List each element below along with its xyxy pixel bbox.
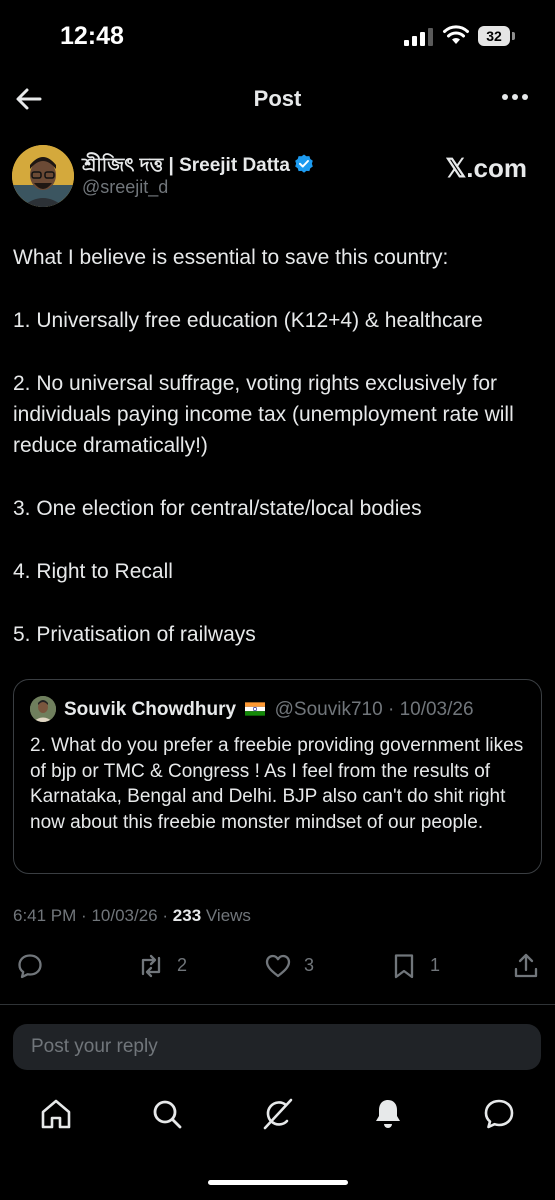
quote-date: 10/03/26 [399,699,474,720]
post-time: 6:41 PM [13,906,77,925]
top-nav: Post [0,70,555,128]
post-text: What I believe is essential to save this… [13,242,545,682]
share-button[interactable] [512,950,542,982]
post-actions: 2 3 1 [0,950,555,982]
views-label: Views [205,906,251,925]
bookmark-button[interactable]: 1 [390,950,450,982]
like-count: 3 [304,955,315,975]
tab-notifications[interactable] [370,1096,406,1132]
reply-placeholder: Post your reply [31,1036,158,1057]
tab-search[interactable] [149,1096,185,1132]
divider [0,1004,555,1005]
notifications-icon [376,1100,400,1128]
avatar[interactable] [12,145,74,207]
post-paragraph: 5. Privatisation of railways [13,623,256,646]
reply-button[interactable] [16,950,46,982]
meta-separator: · [81,906,87,925]
quote-header: Souvik Chowdhury @Souvik710 · 10/03/26 [64,699,474,721]
post-meta: 6:41 PM · 10/03/26 · 233 Views [13,906,251,926]
tab-home[interactable] [38,1096,74,1132]
site-watermark: 𝕏.com [445,153,527,183]
bookmark-icon [394,954,414,979]
post-date: 10/03/26 [91,906,158,925]
search-icon [153,1100,182,1129]
bottom-tab-bar [0,1096,555,1136]
repost-button[interactable]: 2 [137,950,197,982]
grok-icon [263,1098,293,1130]
meta-separator: · [162,906,169,925]
author-name-text: শ্রীজিৎ দত্ত | Sreejit Datta [82,155,290,176]
bookmark-count: 1 [430,955,441,975]
post-author: শ্রীজিৎ দত্ত | Sreejit Datta @sreejit_d … [12,143,542,213]
like-button[interactable]: 3 [264,950,324,982]
reply-input[interactable]: Post your reply [13,1024,541,1070]
repost-icon [141,954,161,978]
wifi-icon [443,25,469,44]
battery-icon: 32 [478,26,516,46]
post-paragraph: What I believe is essential to save this… [13,246,449,269]
home-icon [41,1099,71,1129]
reply-icon [18,954,42,979]
post-paragraph: 1. Universally free education (K12+4) & … [13,309,483,332]
quoted-post[interactable]: Souvik Chowdhury @Souvik710 · 10/03/26 2… [13,679,542,874]
status-time: 12:48 [60,22,124,50]
quote-handle: @Souvik710 [274,699,383,720]
quote-author-name: Souvik Chowdhury [64,699,237,720]
messages-icon [484,1099,514,1129]
quote-text: 2. What do you prefer a freebie providin… [30,735,524,833]
home-indicator [208,1180,348,1185]
quote-separator: · [387,699,395,720]
tab-messages[interactable] [481,1096,517,1132]
post-paragraph: 4. Right to Recall [13,560,173,583]
share-icon [514,953,538,978]
india-flag-icon [245,702,266,716]
battery-level: 32 [478,26,510,46]
page-title: Post [253,86,302,111]
status-bar: 12:48 32 [0,0,555,70]
tab-grok[interactable] [260,1096,296,1132]
views-count: 233 [172,906,202,925]
repost-count: 2 [177,955,188,975]
heart-icon [265,954,291,978]
more-icon[interactable] [501,92,529,102]
quote-avatar [30,696,56,722]
post-paragraph: 2. No universal suffrage, voting rights … [13,372,514,457]
post-paragraph: 3. One election for central/state/local … [13,497,422,520]
signal-icon [404,28,433,46]
verified-badge-icon [295,154,313,173]
author-handle[interactable]: @sreejit_d [82,177,168,198]
